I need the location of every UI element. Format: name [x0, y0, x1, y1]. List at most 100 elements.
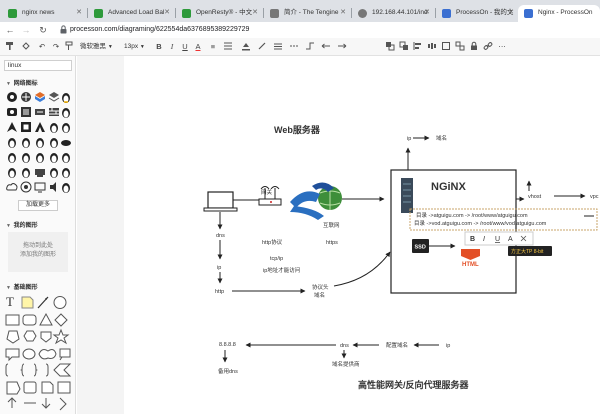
format-painter-icon[interactable] — [4, 41, 16, 53]
my-shapes-section-header[interactable]: ▼ 我的图形 — [6, 220, 38, 229]
network-icon-grid — [5, 90, 73, 198]
linux-penguin-icon — [22, 138, 30, 148]
vertical-align-icon[interactable] — [222, 41, 234, 53]
arrow-start-icon[interactable] — [320, 41, 332, 53]
canvas-margin — [77, 56, 124, 414]
browser-tab-title: Advanced Load Bal — [108, 9, 165, 16]
linux-penguin-icon — [8, 168, 16, 178]
ip-top-label: ip — [407, 136, 411, 142]
browser-tab-openresty[interactable]: OpenResty® - 中文 ✕ — [176, 5, 262, 22]
network-card-icon — [35, 169, 45, 177]
openresty-favicon-icon — [182, 9, 191, 18]
bold-button[interactable]: B — [154, 41, 164, 53]
browser-tab-tengine[interactable]: 简介 - The Tengine ✕ — [264, 5, 350, 22]
lock-shape-icon[interactable] — [468, 41, 480, 53]
ip-address-access-label: ip地址才能访问 — [263, 266, 300, 274]
font-size-select[interactable]: 13px ▼ — [124, 41, 150, 53]
left-bracket-shape — [5, 363, 9, 377]
text-align-button[interactable]: ≡ — [207, 41, 219, 53]
lock-icon[interactable] — [60, 25, 67, 34]
reload-icon[interactable]: ↻ — [37, 24, 49, 36]
arrow-end-icon[interactable] — [336, 41, 348, 53]
connector-icon[interactable] — [304, 41, 316, 53]
protocol-to-server-arrow — [333, 251, 391, 287]
gateway-title: 高性能网关/反向代理服务器 — [358, 379, 470, 390]
browser-tab-nginx-news[interactable]: nginx news ✕ — [2, 5, 86, 22]
rounded-rectangle-shape — [22, 314, 37, 326]
editor-toolbar: ↶ ↷ 微软雅黑 ▼ 13px ▼ B I U A ≡ ⋯ — [0, 38, 600, 56]
diagram-canvas[interactable]: Web服务器 高性能网关/反向代理服务器 网关 互联网 NGiNX 目录 ->a… — [77, 56, 600, 414]
italic-button[interactable]: I — [167, 41, 177, 53]
fill-color-icon[interactable] — [240, 41, 252, 53]
basic-shapes-section-header[interactable]: ▼ 基础图形 — [6, 282, 38, 291]
browser-tab-advanced-load-balancer[interactable]: Advanced Load Bal ✕ — [88, 5, 174, 22]
more-options-button[interactable]: ⋯ — [496, 41, 508, 53]
domain-provider-label: 域名提供商 — [332, 360, 360, 368]
gateway-label: 网关 — [261, 188, 273, 196]
shape-search-input[interactable]: linux — [4, 60, 72, 71]
line-color-icon[interactable] — [256, 41, 268, 53]
linux-penguin-icon — [62, 93, 70, 103]
group-icon[interactable] — [454, 41, 466, 53]
diamond-shape — [54, 313, 68, 327]
forward-icon[interactable]: → — [20, 24, 32, 36]
browser-tab-title: ProcessOn - 我的文 — [456, 9, 514, 16]
http-protocol-label: http协议 — [262, 238, 283, 246]
close-icon[interactable]: ✕ — [76, 5, 82, 21]
browser-tab-local-ip[interactable]: 192.168.44.101/ind ✕ — [352, 5, 434, 22]
diagram-page[interactable]: Web服务器 高性能网关/反向代理服务器 网关 互联网 NGiNX 目录 ->a… — [124, 56, 600, 414]
bring-front-icon[interactable] — [384, 41, 396, 53]
basic-shapes[interactable]: T — [4, 294, 74, 414]
linux-penguin-icon — [62, 108, 70, 118]
network-icons-section-header[interactable]: ▼ 网络图标 — [6, 78, 38, 87]
italic-button: I — [483, 236, 485, 243]
url-field[interactable]: processon.com/diagraming/622554da6376895… — [70, 24, 249, 36]
load-more-button[interactable]: 加载更多 — [18, 200, 58, 211]
format-brush-icon[interactable] — [64, 41, 74, 53]
font-family-select[interactable]: 微软雅黑 ▼ — [80, 41, 120, 53]
send-back-icon[interactable] — [398, 41, 410, 53]
list-server-icon — [21, 107, 31, 117]
back-icon[interactable]: ← — [4, 24, 16, 36]
close-icon[interactable]: ✕ — [424, 5, 430, 21]
linux-penguin-icon — [50, 168, 58, 178]
browser-tab-nginx-processon[interactable]: Nginx - ProcessOn — [518, 5, 600, 22]
linux-penguin-icon — [22, 153, 30, 163]
pentagon-shape — [6, 330, 20, 344]
drop-hint-line: 拖动到此处 — [22, 243, 53, 249]
client-computer-icon — [203, 191, 238, 212]
underline-button[interactable]: U — [180, 41, 190, 53]
config-domain-label: 配置域名 — [386, 341, 408, 349]
paint-bucket-icon[interactable] — [20, 41, 32, 53]
line-style-icon[interactable] — [288, 41, 300, 53]
browser-tab-strip: nginx news ✕ Advanced Load Bal ✕ OpenRes… — [0, 0, 600, 22]
linux-penguin-icon — [50, 138, 58, 148]
card-shape — [23, 381, 37, 394]
distribute-icon[interactable] — [426, 41, 438, 53]
match-size-icon[interactable] — [440, 41, 452, 53]
link-icon[interactable] — [482, 41, 494, 53]
close-icon[interactable]: ✕ — [252, 5, 258, 21]
align-icon[interactable] — [412, 41, 424, 53]
browser-tab-processon-my-files[interactable]: ProcessOn - 我的文 ✕ — [436, 5, 518, 22]
font-color-button[interactable]: A — [193, 41, 203, 53]
close-icon[interactable]: ✕ — [164, 5, 170, 21]
bottom-dns-label: dns — [340, 343, 349, 349]
network-icons[interactable] — [5, 90, 73, 198]
down-arrow-shape — [41, 398, 51, 409]
diagram-svg[interactable]: Web服务器 高性能网关/反向代理服务器 网关 互联网 NGiNX 目录 ->a… — [124, 56, 600, 414]
globe-icon — [358, 9, 367, 18]
linux-penguin-icon — [8, 153, 16, 163]
cloud-icon — [6, 183, 18, 191]
undo-button[interactable]: ↶ — [36, 41, 48, 53]
backup-dns-label: 备用dns — [218, 367, 238, 375]
line-width-icon[interactable] — [272, 41, 284, 53]
my-shapes-drop-zone[interactable]: 拖动到此处 添加我的图形 — [8, 232, 68, 272]
close-icon[interactable]: ✕ — [508, 5, 514, 21]
linux-penguin-icon — [62, 153, 70, 163]
redo-button[interactable]: ↷ — [50, 41, 62, 53]
layers-icon — [48, 92, 60, 102]
basic-shapes-grid: T — [4, 294, 74, 414]
close-icon[interactable]: ✕ — [340, 5, 346, 21]
section-title: 我的图形 — [13, 223, 38, 229]
